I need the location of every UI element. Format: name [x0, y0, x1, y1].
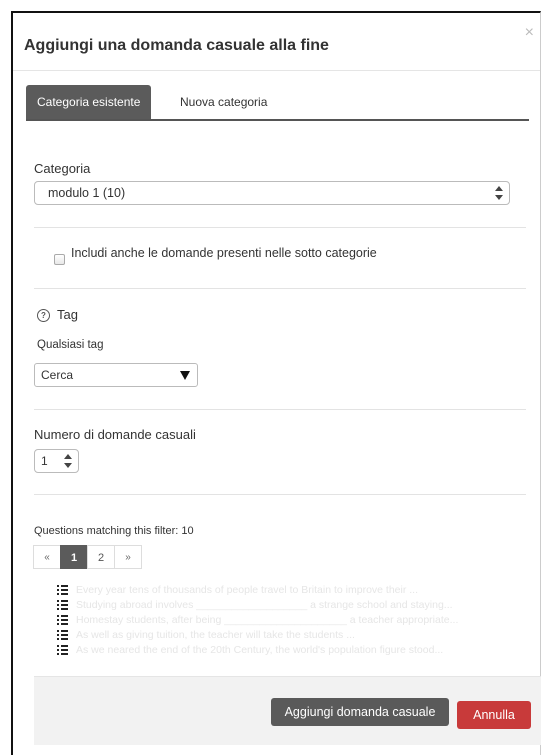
- question-text: As well as giving tuition, the teacher w…: [76, 629, 355, 642]
- dialog-title: Aggiungi una domanda casuale alla fine: [24, 37, 329, 54]
- tag-search-value: Cerca: [41, 368, 74, 382]
- tab-existing-category[interactable]: Categoria esistente: [26, 85, 152, 119]
- divider: [34, 227, 526, 228]
- question-text: Studying abroad involves _______________…: [76, 598, 453, 611]
- list-icon: [57, 584, 68, 595]
- header-divider: [13, 70, 540, 71]
- tag-search-select[interactable]: Cerca: [34, 363, 198, 387]
- pagination-page-2[interactable]: 2: [87, 545, 115, 569]
- pagination: « 1 2 »: [33, 545, 142, 569]
- question-text: As we neared the end of the 20th Century…: [76, 644, 444, 657]
- chevron-down-icon: [180, 371, 190, 380]
- pagination-prev[interactable]: «: [33, 545, 61, 569]
- select-arrows-icon: [495, 186, 503, 200]
- add-random-question-button[interactable]: Aggiungi domanda casuale: [271, 698, 449, 726]
- list-icon: [57, 645, 68, 656]
- question-text: Homestay students, after being _________…: [76, 613, 459, 626]
- list-icon: [57, 614, 68, 625]
- random-count-select[interactable]: 1: [34, 449, 79, 473]
- category-select[interactable]: modulo 1 (10): [34, 181, 510, 205]
- list-icon: [57, 630, 68, 641]
- pagination-next[interactable]: »: [114, 545, 142, 569]
- any-tag-label: Qualsiasi tag: [37, 339, 104, 351]
- include-subcategories-label: Includi anche le domande presenti nelle …: [71, 246, 377, 260]
- dialog-footer: Aggiungi domanda casuale Annulla: [34, 676, 541, 745]
- divider: [34, 409, 526, 410]
- divider: [34, 494, 526, 495]
- list-item: Studying abroad involves _______________…: [57, 597, 458, 612]
- list-item: As we neared the end of the 20th Century…: [57, 643, 458, 658]
- tab-new-category[interactable]: Nuova categoria: [169, 85, 278, 119]
- select-arrows-icon: [64, 454, 72, 468]
- question-text: Every year tens of thousands of people t…: [76, 583, 419, 596]
- random-question-dialog: × Aggiungi una domanda casuale alla fine…: [11, 11, 541, 755]
- list-item: Every year tens of thousands of people t…: [57, 582, 458, 597]
- tab-bar: Categoria esistente Nuova categoria: [26, 85, 529, 121]
- list-item: Homestay students, after being _________…: [57, 612, 458, 627]
- divider: [34, 288, 526, 289]
- category-select-value: modulo 1 (10): [48, 186, 126, 200]
- question-list: Every year tens of thousands of people t…: [57, 582, 458, 658]
- list-icon: [57, 599, 68, 610]
- tag-label: Tag: [57, 307, 78, 322]
- pagination-page-1[interactable]: 1: [60, 545, 88, 569]
- cancel-button[interactable]: Annulla: [457, 701, 531, 729]
- close-icon[interactable]: ×: [525, 25, 534, 41]
- random-count-value: 1: [41, 454, 48, 468]
- matching-summary: Questions matching this filter: 10: [34, 525, 194, 537]
- include-subcategories-checkbox[interactable]: [54, 254, 65, 265]
- question-circle-icon[interactable]: ?: [37, 309, 50, 322]
- list-item: As well as giving tuition, the teacher w…: [57, 628, 458, 643]
- category-label: Categoria: [34, 161, 91, 176]
- random-count-label: Numero di domande casuali: [34, 427, 196, 442]
